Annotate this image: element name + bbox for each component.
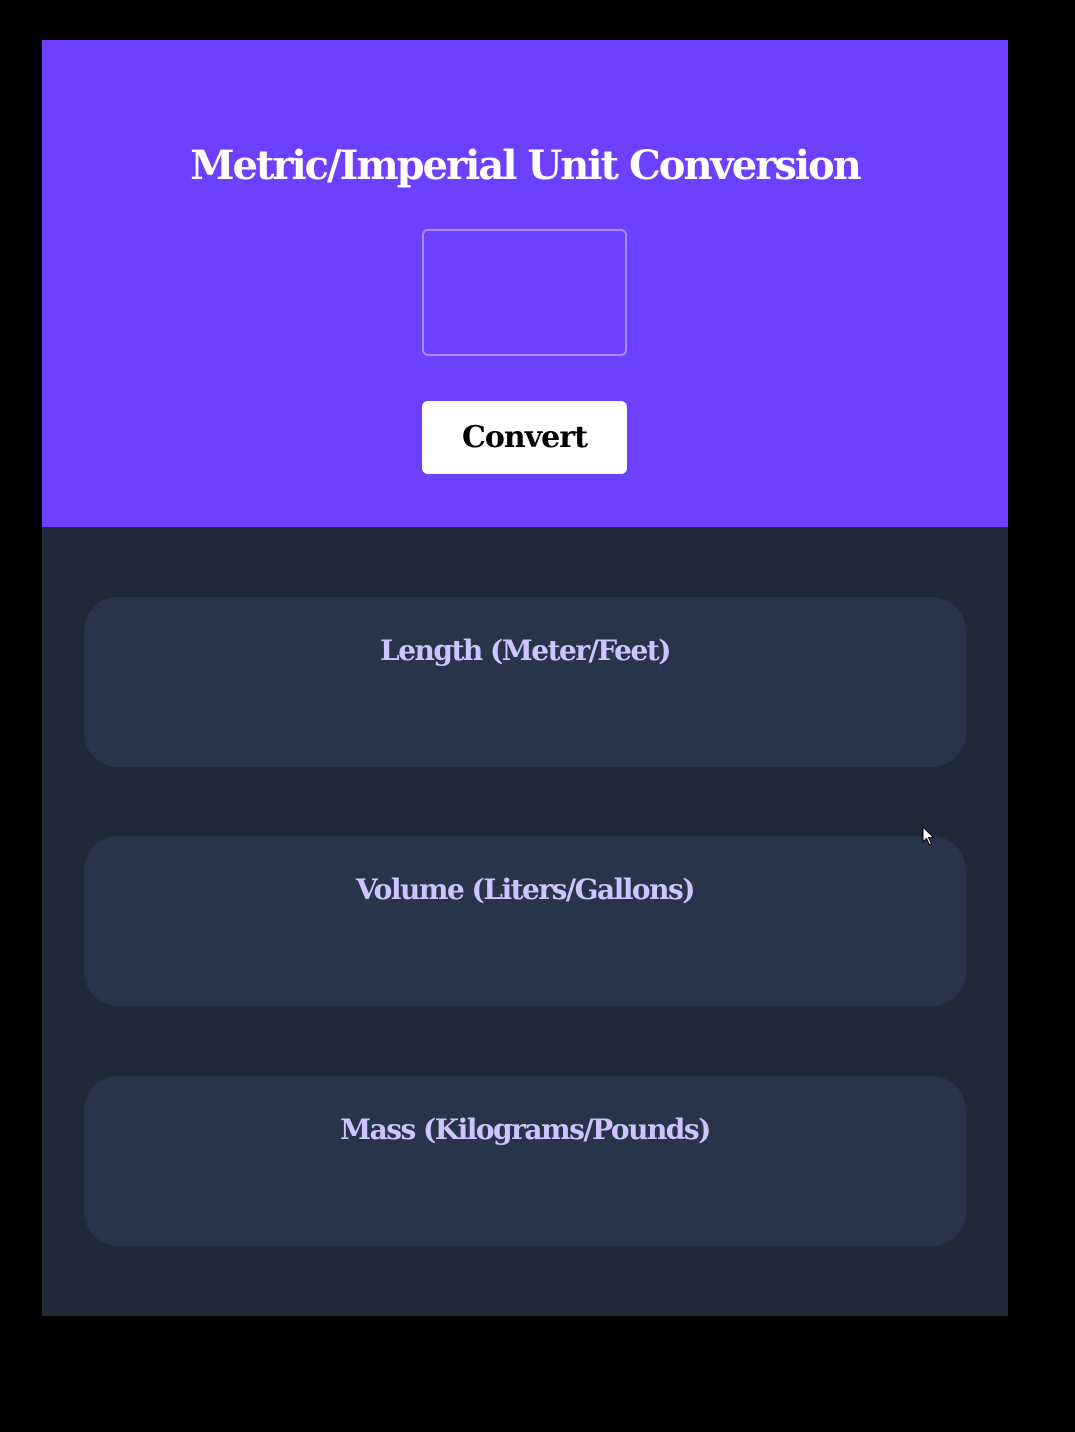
mass-card: Mass (Kilograms/Pounds) [84, 1076, 966, 1246]
convert-button[interactable]: Convert [422, 401, 627, 474]
page-title: Metric/Imperial Unit Conversion [190, 142, 862, 189]
value-input[interactable] [422, 229, 627, 356]
mouse-pointer-icon [922, 826, 935, 846]
volume-card: Volume (Liters/Gallons) [84, 836, 966, 1006]
length-card-title: Length (Meter/Feet) [380, 634, 671, 667]
volume-card-title: Volume (Liters/Gallons) [356, 873, 695, 906]
mass-card-title: Mass (Kilograms/Pounds) [340, 1113, 711, 1146]
header-section: Metric/Imperial Unit Conversion Convert [42, 40, 1008, 527]
converter-app: Metric/Imperial Unit Conversion Convert … [42, 40, 1008, 1316]
length-card: Length (Meter/Feet) [84, 597, 966, 767]
